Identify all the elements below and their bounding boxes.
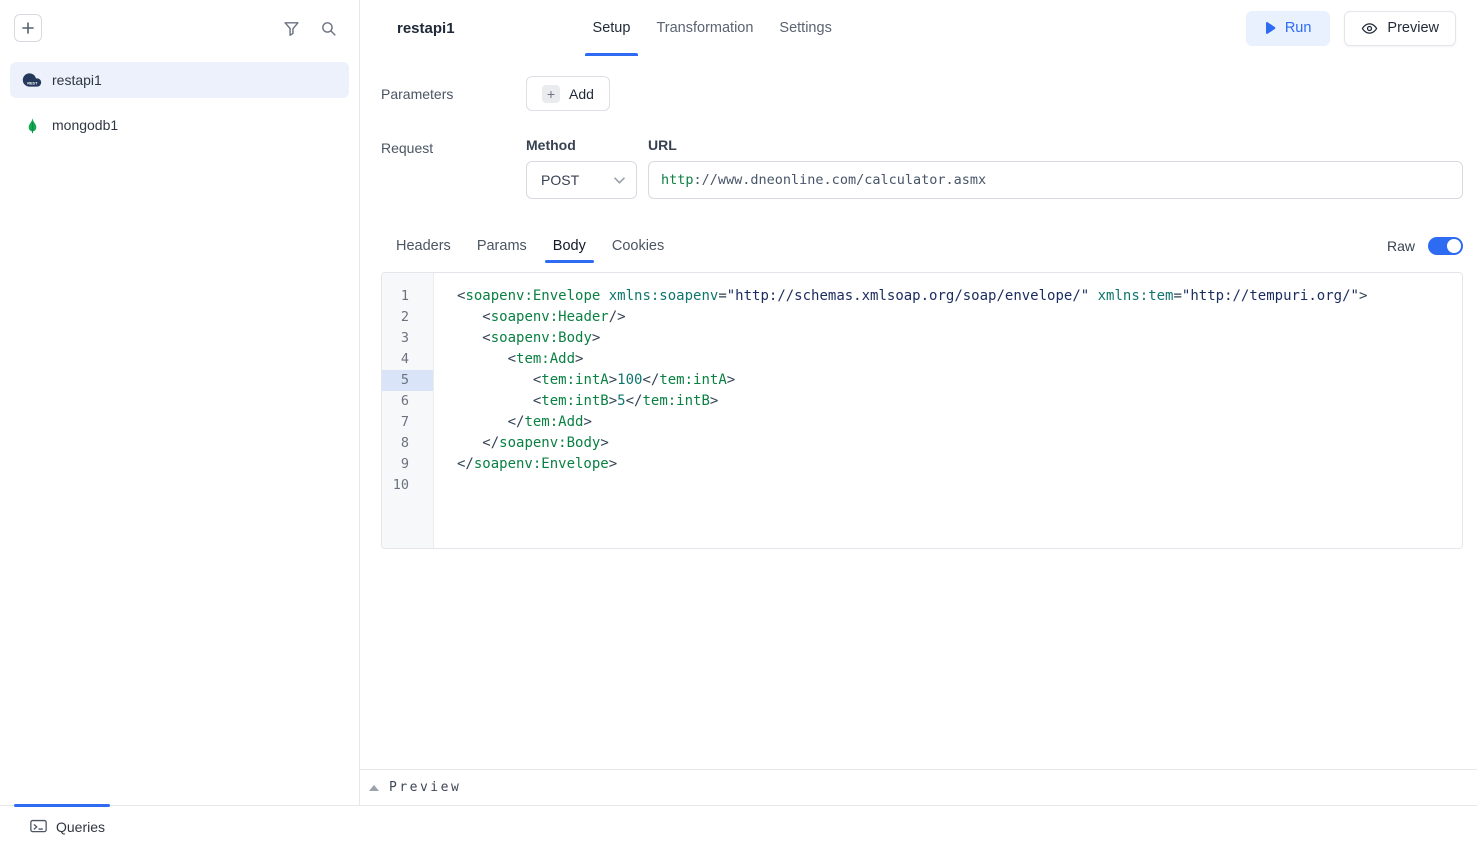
search-button[interactable]: [320, 20, 337, 37]
tab-settings[interactable]: Settings: [771, 0, 839, 56]
raw-label: Raw: [1387, 238, 1415, 254]
search-icon: [320, 20, 337, 37]
line-number: 9: [382, 454, 433, 475]
url-input[interactable]: http://www.dneonline.com/calculator.asmx: [648, 161, 1463, 199]
queries-icon: [30, 819, 47, 834]
tab-params[interactable]: Params: [469, 229, 535, 263]
url-field: URL http://www.dneonline.com/calculator.…: [648, 137, 1463, 199]
preview-panel-label: Preview: [389, 780, 461, 795]
query-list: REST restapi1 mongodb1: [0, 56, 359, 158]
code-line[interactable]: <soapenv:Envelope xmlns:soapenv="http://…: [457, 286, 1462, 307]
code-line[interactable]: [457, 475, 1462, 496]
parameters-label: Parameters: [381, 86, 526, 102]
url-value: http://www.dneonline.com/calculator.asmx: [661, 172, 986, 188]
rest-api-cloud-icon: REST: [22, 70, 42, 90]
funnel-icon: [283, 20, 300, 37]
line-number: 4: [382, 349, 433, 370]
main-panel: restapi1 Setup Transformation Settings R…: [360, 0, 1477, 805]
editor-code[interactable]: <soapenv:Envelope xmlns:soapenv="http://…: [434, 273, 1462, 548]
code-line[interactable]: </soapenv:Body>: [457, 433, 1462, 454]
preview-button[interactable]: Preview: [1344, 11, 1456, 46]
queries-tab-label: Queries: [56, 819, 105, 835]
add-button-label: Add: [569, 86, 594, 102]
sidebar-item-label: restapi1: [52, 72, 102, 88]
code-line[interactable]: </soapenv:Envelope>: [457, 454, 1462, 475]
plus-icon: +: [542, 85, 560, 103]
tab-cookies[interactable]: Cookies: [604, 229, 672, 263]
chevron-down-icon: [614, 177, 625, 184]
eye-icon: [1361, 20, 1378, 37]
sidebar-header: [0, 0, 359, 56]
line-number: 7: [382, 412, 433, 433]
raw-toggle[interactable]: [1428, 237, 1463, 255]
line-number: 5: [382, 370, 433, 391]
app-window: REST restapi1 mongodb1 restapi1 Setup Tr…: [0, 0, 1477, 847]
code-line[interactable]: </tem:Add>: [457, 412, 1462, 433]
header-actions: Run Preview: [1246, 0, 1456, 56]
main-tabs: Setup Transformation Settings: [585, 0, 840, 56]
code-line[interactable]: <soapenv:Header/>: [457, 307, 1462, 328]
request-row: Request Method POST URL http://www.dneon…: [381, 137, 1463, 199]
queries-tab[interactable]: Queries: [30, 819, 105, 835]
bottom-bar: Queries: [0, 805, 1477, 847]
line-number: 8: [382, 433, 433, 454]
toggle-knob: [1447, 239, 1461, 253]
line-number: 1: [382, 286, 433, 307]
sidebar: REST restapi1 mongodb1: [0, 0, 360, 805]
line-number: 10: [382, 475, 433, 496]
query-title: restapi1: [397, 20, 455, 37]
method-label: Method: [526, 137, 637, 153]
body-code-editor: 12345678910 <soapenv:Envelope xmlns:soap…: [381, 272, 1463, 549]
tab-body[interactable]: Body: [545, 229, 594, 263]
method-select[interactable]: POST: [526, 161, 637, 199]
line-number: 3: [382, 328, 433, 349]
setup-content: Parameters + Add Request Method POST URL: [360, 56, 1477, 769]
request-config-tabs: Headers Params Body Cookies Raw: [381, 229, 1463, 263]
code-line[interactable]: <tem:intB>5</tem:intB>: [457, 391, 1462, 412]
parameters-row: Parameters + Add: [381, 76, 1463, 111]
new-query-button[interactable]: [14, 14, 42, 42]
play-icon: [1265, 22, 1276, 34]
tab-transformation[interactable]: Transformation: [648, 0, 761, 56]
add-parameter-button[interactable]: + Add: [526, 76, 610, 111]
tab-setup[interactable]: Setup: [585, 0, 639, 56]
line-number: 2: [382, 307, 433, 328]
sidebar-item-restapi1[interactable]: REST restapi1: [10, 62, 349, 98]
run-button[interactable]: Run: [1246, 11, 1331, 46]
main-header: restapi1 Setup Transformation Settings R…: [360, 0, 1477, 56]
active-tab-indicator: [14, 804, 110, 807]
sidebar-item-mongodb1[interactable]: mongodb1: [10, 107, 349, 143]
triangle-up-icon: [369, 785, 379, 791]
run-button-label: Run: [1285, 20, 1312, 36]
request-label: Request: [381, 137, 526, 199]
sidebar-item-label: mongodb1: [52, 117, 118, 133]
mongodb-leaf-icon: [22, 117, 42, 134]
code-line[interactable]: <tem:Add>: [457, 349, 1462, 370]
preview-collapse-bar[interactable]: Preview: [360, 769, 1477, 805]
editor-gutter: 12345678910: [382, 273, 434, 548]
line-number: 6: [382, 391, 433, 412]
svg-text:REST: REST: [27, 81, 38, 85]
sidebar-actions: [283, 20, 337, 37]
code-line[interactable]: <soapenv:Body>: [457, 328, 1462, 349]
raw-toggle-group: Raw: [1387, 237, 1463, 255]
code-line[interactable]: <tem:intA>100</tem:intA>: [457, 370, 1462, 391]
tab-headers[interactable]: Headers: [388, 229, 459, 263]
method-field: Method POST: [526, 137, 637, 199]
url-label: URL: [648, 137, 1463, 153]
method-value: POST: [541, 172, 579, 188]
plus-icon: [21, 21, 35, 35]
preview-button-label: Preview: [1387, 20, 1439, 36]
filter-button[interactable]: [283, 20, 300, 37]
